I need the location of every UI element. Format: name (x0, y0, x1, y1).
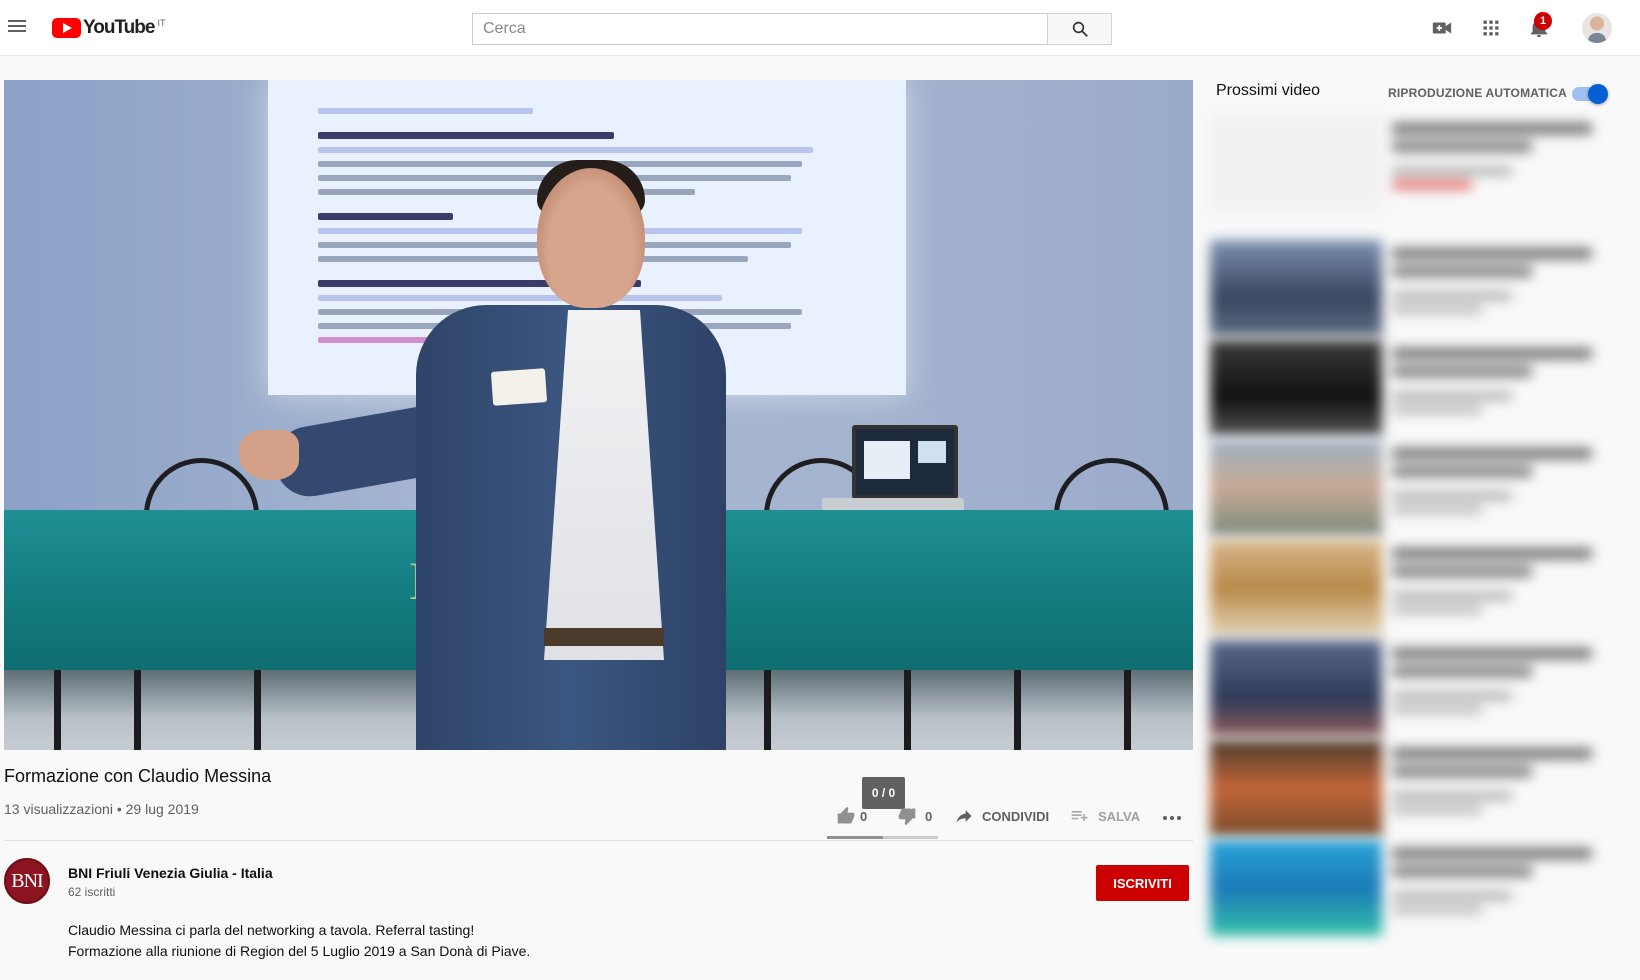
save-label: SALVA (1098, 808, 1141, 824)
share-arrow-icon (956, 810, 972, 823)
description-line: Claudio Messina ci parla del networking … (68, 922, 475, 938)
recommended-thumbnail (1210, 540, 1382, 636)
recommended-thumbnail (1210, 115, 1382, 211)
recommended-video-item[interactable] (1208, 740, 1638, 836)
playlist-add-icon (1071, 811, 1088, 821)
recommended-thumbnail (1210, 240, 1382, 336)
recommended-thumbnail (1210, 740, 1382, 836)
recommended-video-item[interactable] (1208, 115, 1638, 211)
video-player[interactable]: HO (4, 80, 1193, 750)
masthead: YouTube IT 1 (0, 0, 1640, 56)
logo-wordmark: YouTube (83, 17, 155, 38)
subscribe-button[interactable]: ISCRIVITI (1096, 865, 1189, 901)
youtube-logo[interactable]: YouTube IT (52, 18, 165, 40)
search-icon (1072, 21, 1088, 37)
save-button[interactable]: SALVA (1070, 804, 1140, 828)
search-input[interactable] (472, 13, 1048, 45)
recommended-video-item[interactable] (1208, 840, 1638, 936)
sentiment-bar (827, 836, 938, 839)
recommended-thumbnail (1210, 440, 1382, 536)
apps-button[interactable] (1479, 16, 1503, 40)
notification-count-badge: 1 (1534, 12, 1552, 30)
like-count: 0 (860, 808, 868, 824)
up-next-heading: Prossimi video (1216, 82, 1321, 99)
hamburger-menu-icon[interactable] (6, 17, 28, 39)
youtube-play-icon (52, 18, 81, 38)
more-horizontal-icon (1163, 816, 1181, 820)
share-button[interactable]: CONDIVIDI (954, 804, 1049, 828)
dislike-count: 0 (925, 808, 933, 824)
like-button[interactable]: 0 (836, 804, 867, 828)
video-view-date: 13 visualizzazioni • 29 lug 2019 (4, 801, 199, 817)
recommended-thumbnail (1210, 840, 1382, 936)
recommended-video-item[interactable] (1208, 440, 1638, 536)
video-title: Formazione con Claudio Messina (4, 766, 272, 786)
search-button[interactable] (1047, 13, 1112, 45)
more-actions-button[interactable] (1160, 804, 1184, 828)
apps-grid-icon (1483, 20, 1499, 36)
dislike-button[interactable]: 0 (897, 804, 932, 828)
sentiment-bar-fill (827, 836, 883, 839)
divider (4, 840, 1193, 841)
description-line: Formazione alla riunione di Region del 5… (68, 943, 531, 959)
thumbs-down-icon (898, 808, 916, 826)
channel-avatar[interactable]: BNI (4, 858, 50, 904)
recommended-video-item[interactable] (1208, 640, 1638, 736)
logo-country-code: IT (157, 18, 166, 28)
autoplay-toggle[interactable] (1572, 84, 1608, 104)
channel-subscriber-count: 62 iscritti (68, 885, 116, 899)
thumbs-up-icon (837, 806, 855, 824)
upload-video-button[interactable] (1430, 16, 1454, 40)
recommended-thumbnail (1210, 340, 1382, 436)
account-avatar[interactable] (1582, 13, 1612, 43)
recommended-video-item[interactable] (1208, 240, 1638, 336)
recommended-video-item[interactable] (1208, 540, 1638, 636)
video-camera-plus-icon (1432, 22, 1452, 34)
share-label: CONDIVIDI (982, 808, 1050, 824)
autoplay-label: RIPRODUZIONE AUTOMATICA (1388, 86, 1568, 100)
channel-name[interactable]: BNI Friuli Venezia Giulia - Italia (68, 865, 273, 881)
recommended-video-item[interactable] (1208, 340, 1638, 436)
recommended-thumbnail (1210, 640, 1382, 736)
